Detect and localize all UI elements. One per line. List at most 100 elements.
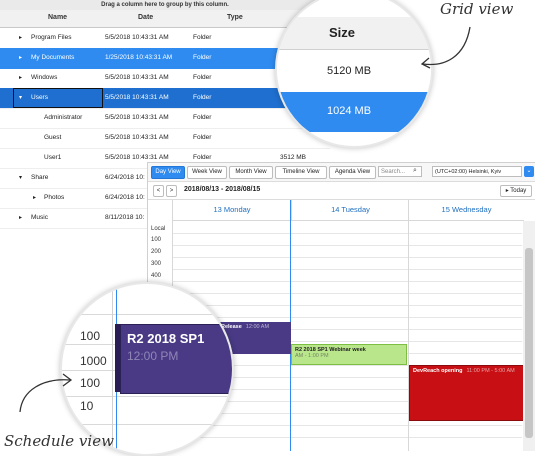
next-button[interactable]: > bbox=[166, 185, 177, 197]
event-devreach[interactable]: DevReach opening 11:00 PM - 5:00 AM bbox=[409, 365, 525, 421]
agenda-view-button[interactable]: Agenda View bbox=[329, 166, 376, 179]
event-time: 11:00 PM - 5:00 AM bbox=[466, 368, 515, 374]
row-name: Music bbox=[31, 214, 48, 221]
size-column-header: Size bbox=[277, 17, 431, 50]
row-date: 5/5/2018 10:43:31 AM bbox=[105, 34, 169, 41]
size-value: 1024 MB bbox=[327, 105, 372, 117]
day-header-tuesday[interactable]: 14 Tuesday bbox=[291, 200, 409, 221]
row-type: Folder bbox=[193, 114, 212, 121]
time-label: 200 bbox=[151, 249, 162, 255]
time-label: 100 bbox=[80, 329, 101, 343]
chevron-down-icon[interactable]: ⌄ bbox=[524, 166, 534, 177]
hour-line bbox=[172, 425, 522, 426]
today-button[interactable]: ▸ Today bbox=[500, 185, 532, 197]
column-header-date[interactable]: Date bbox=[138, 14, 153, 21]
date-navigation: < > 2018/08/13 - 2018/08/15 ▸ Today bbox=[148, 182, 535, 200]
event-time: 12:00 AM bbox=[245, 324, 270, 330]
size-header-label: Size bbox=[329, 25, 356, 40]
day-view-button[interactable]: Day View bbox=[151, 166, 185, 179]
today-label: Today bbox=[510, 188, 527, 194]
size-value: 5120 MB bbox=[327, 65, 372, 77]
arrow-icon bbox=[19, 373, 73, 413]
row-name: Administrator bbox=[44, 114, 83, 121]
row-name: Photos bbox=[44, 194, 65, 201]
hour-line bbox=[172, 305, 522, 306]
expand-icon[interactable]: ▸ bbox=[33, 194, 36, 201]
column-header-type[interactable]: Type bbox=[227, 14, 243, 21]
time-label: 10 bbox=[80, 399, 94, 413]
scrollbar-thumb[interactable] bbox=[525, 248, 533, 438]
row-date: 5/5/2018 10:43:31 AM bbox=[105, 94, 169, 101]
gutter-divider bbox=[112, 284, 113, 454]
week-view-button[interactable]: Week View bbox=[187, 166, 227, 179]
row-name: Guest bbox=[44, 134, 62, 141]
row-date: 5/5/2018 10:43:31 AM bbox=[105, 74, 169, 81]
grid-view-label: Grid view bbox=[440, 0, 514, 18]
date-range: 2018/08/13 - 2018/08/15 bbox=[184, 186, 261, 193]
row-type: Folder bbox=[193, 74, 212, 81]
time-label: 100 bbox=[80, 376, 101, 390]
schedule-view-label: Schedule view bbox=[4, 432, 114, 450]
event-zoomed: R2 2018 SP1 12:00 PM bbox=[120, 324, 232, 394]
row-name: User1 bbox=[44, 154, 62, 161]
row-name: My Documents bbox=[31, 54, 75, 61]
column-header-name[interactable]: Name bbox=[48, 14, 67, 21]
collapse-icon[interactable]: ▾ bbox=[19, 94, 22, 101]
expand-icon[interactable]: ▸ bbox=[19, 34, 22, 41]
scheduler-toolbar: Day View Week View Month View Timeline V… bbox=[148, 163, 535, 182]
group-panel[interactable]: Drag a column here to group by this colu… bbox=[0, 0, 330, 10]
timeline-view-button[interactable]: Timeline View bbox=[275, 166, 327, 179]
size-cell-selected: 1024 MB bbox=[277, 92, 431, 132]
row-name: Users bbox=[31, 94, 48, 101]
row-size: 3512 MB bbox=[280, 154, 307, 161]
time-label: 400 bbox=[151, 273, 162, 279]
time-label: 300 bbox=[151, 261, 162, 267]
event-title: R2 2018 SP1 bbox=[127, 331, 205, 346]
hour-line bbox=[172, 245, 522, 246]
timezone-select[interactable]: (UTC+02:00) Helsinki, Kyiv bbox=[432, 166, 522, 177]
day-header-wednesday[interactable]: 15 Wednesday bbox=[408, 200, 524, 221]
hour-line bbox=[172, 233, 522, 234]
month-view-button[interactable]: Month View bbox=[229, 166, 273, 179]
gutter-title: Local bbox=[151, 226, 166, 232]
hour-line bbox=[172, 269, 522, 270]
hour-line bbox=[62, 396, 232, 397]
size-cell: 5120 MB bbox=[277, 50, 431, 93]
time-label: 100 bbox=[151, 237, 162, 243]
expand-icon[interactable]: ▸ bbox=[19, 54, 22, 61]
event-webinar[interactable]: R2 2018 SP1 Webinar week AM - 1:00 PM bbox=[291, 344, 407, 365]
hour-line bbox=[62, 424, 232, 425]
event-time: AM - 1:00 PM bbox=[295, 353, 329, 359]
focused-cell[interactable] bbox=[13, 88, 103, 108]
hour-line bbox=[172, 257, 522, 258]
grid-magnifier: Size 5120 MB 1024 MB bbox=[275, 0, 433, 148]
search-icon[interactable]: ⌕ bbox=[413, 167, 417, 175]
row-type: Folder bbox=[193, 54, 212, 61]
row-type: Folder bbox=[193, 34, 212, 41]
time-label: 1000 bbox=[80, 354, 107, 368]
schedule-magnifier: 100 1000 100 10 R2 2018 SP1 12:00 PM bbox=[60, 282, 234, 456]
day-header-monday[interactable]: 13 Monday bbox=[172, 200, 291, 221]
prev-button[interactable]: < bbox=[153, 185, 164, 197]
hour-line bbox=[172, 293, 522, 294]
row-date: 6/24/2018 10: bbox=[105, 194, 145, 201]
expand-icon[interactable]: ▸ bbox=[19, 214, 22, 221]
row-date: 8/11/2018 10: bbox=[105, 214, 145, 221]
row-name: Program Files bbox=[31, 34, 72, 41]
collapse-icon[interactable]: ▾ bbox=[19, 174, 22, 181]
row-date: 5/5/2018 10:43:31 AM bbox=[105, 134, 169, 141]
expand-icon[interactable]: ▸ bbox=[19, 74, 22, 81]
hour-line bbox=[62, 314, 232, 315]
arrow-icon bbox=[420, 26, 471, 69]
event-time: 12:00 PM bbox=[127, 349, 179, 363]
row-name: Share bbox=[31, 174, 49, 181]
hour-line bbox=[172, 281, 522, 282]
row-date: 6/24/2018 10: bbox=[105, 174, 145, 181]
hour-line bbox=[172, 317, 522, 318]
row-date: 1/25/2018 10:43:31 AM bbox=[105, 54, 173, 61]
hour-line bbox=[172, 437, 522, 438]
row-name: Windows bbox=[31, 74, 58, 81]
event-title: DevReach opening bbox=[413, 368, 463, 374]
row-type: Folder bbox=[193, 154, 212, 161]
row-type: Folder bbox=[193, 94, 212, 101]
